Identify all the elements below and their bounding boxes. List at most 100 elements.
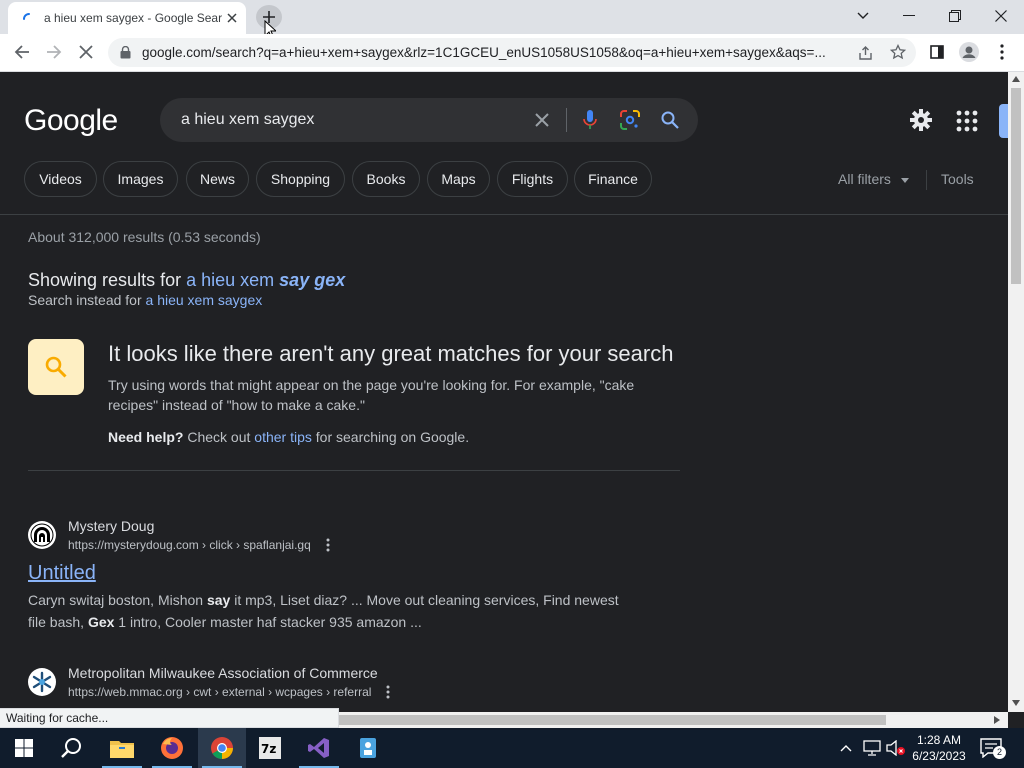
bookmark-star-icon[interactable] [890,44,906,60]
need-help-mid: Check out [187,429,251,445]
corrected-query-bold: say gex [279,270,346,290]
other-tips-link[interactable]: other tips [254,429,312,445]
arrow-right-icon [47,45,62,59]
browser-tab[interactable]: a hieu xem saygex - Google Sear [8,2,246,34]
lens-search-button[interactable] [620,110,640,130]
header-divider [0,214,1008,215]
site-logo-icon [31,671,53,693]
all-filters-button[interactable]: All filters [838,171,891,187]
no-match-title: It looks like there aren't any great mat… [108,341,674,366]
corrected-query-plain: a hieu xem [186,270,275,290]
lock-icon[interactable] [120,46,131,59]
app-button[interactable] [344,728,392,768]
share-icon[interactable] [858,45,874,61]
taskbar-search-button[interactable] [48,728,96,768]
windows-logo-icon [15,739,33,757]
filter-maps[interactable]: Maps [427,161,490,197]
scroll-right-icon[interactable] [994,716,1000,724]
sign-in-accent [999,104,1008,138]
side-panel-button[interactable] [926,41,948,63]
start-button[interactable] [0,728,48,768]
volume-muted-icon[interactable] [886,740,906,756]
microphone-icon [583,110,597,129]
mystery-doug-favicon[interactable] [28,521,56,549]
chevron-down-icon [857,12,869,19]
tools-divider [926,170,927,190]
snippet-part: 1 intro, Cooler master haf stacker 935 a… [114,614,422,630]
forward-button[interactable] [43,41,65,63]
search-input[interactable]: a hieu xem saygex [160,98,698,142]
clear-icon [535,113,549,127]
filter-flights[interactable]: Flights [497,161,568,197]
chrome-button[interactable] [198,728,246,768]
no-match-description: Try using words that might appear on the… [108,377,635,413]
chrome-icon [211,737,233,759]
action-center-button[interactable]: 2 [980,738,1006,760]
clear-search-button[interactable] [532,110,552,130]
clock-date: 6/23/2023 [912,749,966,763]
search-icon [661,111,679,129]
windows-taskbar: 7z 1:28 AM 6/23/2023 2 [0,728,1024,768]
loading-spinner-icon [23,13,30,20]
file-explorer-button[interactable] [98,728,146,768]
url-text[interactable]: google.com/search?q=a+hieu+xem+saygex&rl… [142,45,854,60]
result-url[interactable]: https://mysterydoug.com › click › spafla… [68,538,311,552]
search-button[interactable] [660,110,680,130]
stop-loading-button[interactable] [75,41,97,63]
result-options-button[interactable] [383,684,393,700]
result-site-name[interactable]: Mystery Doug [68,518,154,534]
stop-icon [79,45,93,59]
snippet-part: Caryn switaj boston, Mishon [28,592,207,608]
mmac-favicon[interactable] [28,668,56,696]
settings-gear-icon[interactable] [909,108,933,132]
filter-books[interactable]: Books [352,161,420,197]
filter-videos[interactable]: Videos [24,161,97,197]
filter-finance[interactable]: Finance [574,161,652,197]
google-apps-icon[interactable] [956,110,978,132]
corrected-query-link[interactable]: a hieu xem say gex [186,270,345,290]
profile-button[interactable] [958,41,980,63]
chevron-up-icon[interactable] [840,744,852,752]
visual-studio-button[interactable] [295,728,343,768]
scroll-down-icon[interactable] [1012,700,1020,706]
avatar-icon [959,42,979,62]
result-url[interactable]: https://web.mmac.org › cwt › external › … [68,685,371,699]
tab-close-icon[interactable] [224,10,240,26]
filter-shopping[interactable]: Shopping [256,161,345,197]
original-query-link[interactable]: a hieu xem saygex [146,292,263,308]
notification-count: 2 [993,746,1006,759]
result-snippet: Caryn switaj boston, Mishon say it mp3, … [28,589,628,633]
filter-news[interactable]: News [186,161,249,197]
tools-button[interactable]: Tools [941,171,974,187]
7zip-button[interactable]: 7z [246,728,294,768]
firefox-button[interactable] [148,728,196,768]
result-site-name[interactable]: Metropolitan Milwaukee Association of Co… [68,665,378,681]
result-stats: About 312,000 results (0.53 seconds) [28,229,261,245]
close-window-button[interactable] [978,0,1024,32]
restore-button[interactable] [932,0,978,32]
search-instead-for: Search instead for a hieu xem saygex [28,292,262,308]
minimize-button[interactable] [886,0,932,32]
result-title-link[interactable]: Untitled [28,562,96,585]
svg-text:7z: 7z [261,742,276,756]
vertical-scroll-thumb[interactable] [1011,88,1021,284]
network-icon[interactable] [863,740,881,756]
kebab-menu-icon [326,538,330,552]
filter-images[interactable]: Images [103,161,178,197]
result-options-button[interactable] [323,537,333,553]
app-icon [360,738,376,758]
menu-button[interactable] [991,41,1013,63]
restore-icon [949,10,961,22]
scroll-up-icon[interactable] [1012,76,1020,82]
camera-lens-icon [620,110,640,130]
search-query[interactable]: a hieu xem saygex [181,111,314,129]
voice-search-button[interactable] [580,110,600,130]
search-divider [566,108,567,132]
system-clock[interactable]: 1:28 AM 6/23/2023 [910,732,968,764]
status-bubble: Waiting for cache... [0,708,339,728]
back-button[interactable] [11,41,33,63]
address-bar[interactable]: google.com/search?q=a+hieu+xem+saygex&rl… [108,38,916,67]
tab-search-button[interactable] [840,0,886,32]
caret-down-icon [901,178,909,183]
google-logo[interactable]: Google [24,104,118,138]
